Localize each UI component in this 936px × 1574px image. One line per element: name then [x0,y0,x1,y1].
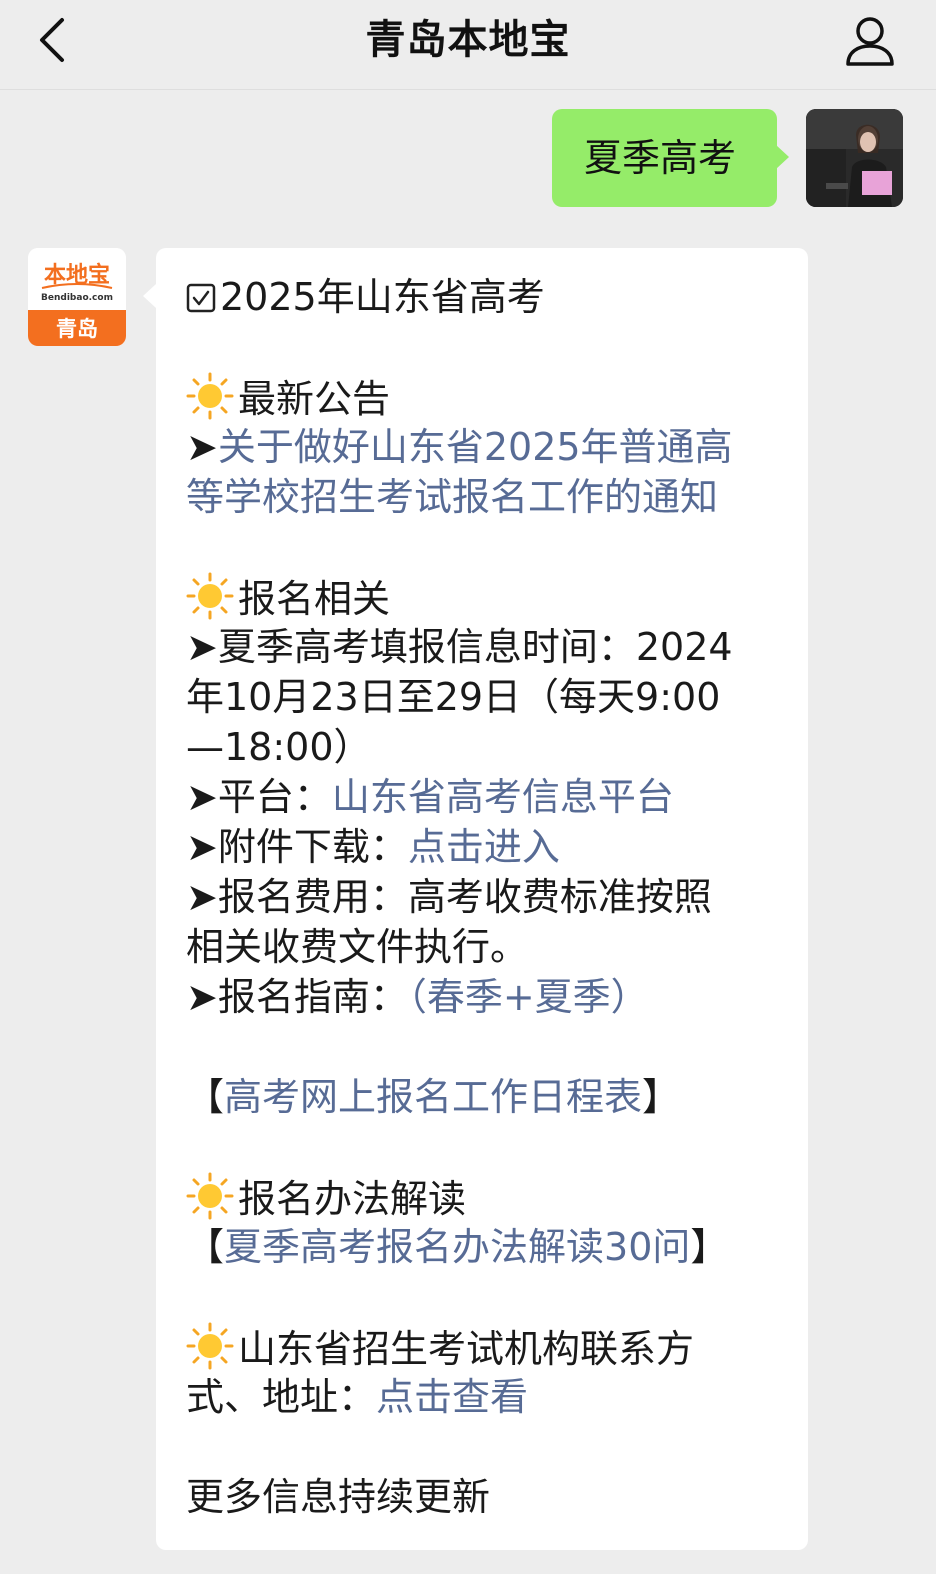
bracket-open: 【 [186,1075,225,1119]
bendibao-logo: 本地宝 Bendibao.com 青岛 [28,248,126,346]
sun-icon [186,1172,234,1220]
chat-title: 青岛本地宝 [365,17,571,63]
bracket-close: 】 [690,1225,729,1269]
guide-label: ➤报名指南： [186,975,408,1019]
schedule-link[interactable]: 高考网上报名工作日程表 [224,1075,642,1119]
attachment-line: ➤附件下载：点击进入 [186,822,560,872]
contact-link[interactable]: 点击查看 [376,1375,528,1419]
profile-button[interactable] [840,12,900,72]
notice-link[interactable]: 关于做好山东省2025年普通高 [218,425,733,469]
attachment-link[interactable]: 点击进入 [408,825,560,869]
contact-line: 式、地址：点击查看 [186,1372,528,1422]
bracket-open: 【 [186,1225,225,1269]
section-registration-title: 报名相关 [186,572,390,622]
top-bar: 青岛本地宝 [0,0,936,90]
notice-link-line-1[interactable]: ➤关于做好山东省2025年普通高 [186,422,733,472]
sun-icon [186,372,234,420]
section-contact-title: 山东省招生考试机构联系方 [186,1322,694,1372]
message-heading: 2025年山东省高考 [186,272,545,322]
svg-text:青岛: 青岛 [56,317,98,341]
attachment-label: ➤附件下载： [186,825,408,869]
fee-line-2: 相关收费文件执行。 [186,925,529,969]
outgoing-message-bubble[interactable]: 夏季高考 [552,109,789,207]
guide-link[interactable]: （春季+夏季） [408,975,649,1019]
guide-line: ➤报名指南：（春季+夏季） [186,972,649,1022]
contact-label: 式、地址： [186,1375,377,1419]
registration-time-line-2: 年10月23日至29日（每天9:00 [186,675,721,719]
section-latest-notice-title: 最新公告 [186,372,390,422]
platform-label: ➤平台： [186,775,332,819]
method-link[interactable]: 夏季高考报名办法解读30问 [224,1225,690,1269]
platform-link[interactable]: 山东省高考信息平台 [332,775,674,819]
outgoing-message-text: 夏季高考 [584,136,737,180]
sun-icon [186,572,234,620]
footer-text: 更多信息持续更新 [186,1475,491,1519]
fee-line-1: ➤报名费用：高考收费标准按照 [186,875,712,919]
schedule-line: 【高考网上报名工作日程表】 [186,1072,680,1122]
user-avatar[interactable] [806,109,903,207]
registration-time-line-3: —18:00） [186,725,372,769]
checkbox-icon [186,283,216,313]
sun-icon [186,1322,234,1370]
bot-avatar[interactable]: 本地宝 Bendibao.com 青岛 [28,248,126,346]
svg-text:Bendibao.com: Bendibao.com [41,293,113,303]
notice-link-line-2[interactable]: 等学校招生考试报名工作的通知 [186,472,718,522]
user-avatar-image [806,109,903,207]
method-line: 【夏季高考报名办法解读30问】 [186,1222,728,1272]
bracket-close: 】 [642,1075,681,1119]
arrow-bullet: ➤ [186,425,218,469]
registration-time-line-1: ➤夏季高考填报信息时间：2024 [186,625,733,669]
platform-line: ➤平台：山东省高考信息平台 [186,772,674,822]
section-method-title: 报名办法解读 [186,1172,466,1222]
person-icon [846,17,894,66]
